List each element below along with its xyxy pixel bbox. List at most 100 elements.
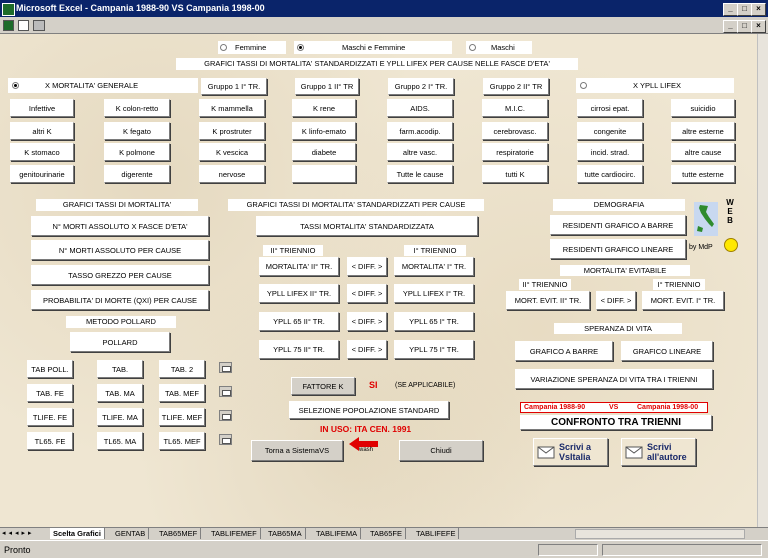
horizontal-scrollbar[interactable] [575, 529, 745, 539]
probabilita-morte-button[interactable]: PROBABILITA' DI MORTE (QXI) PER CAUSE [31, 290, 209, 310]
table-button[interactable]: TL65. MEF [159, 432, 205, 450]
diff-button[interactable]: < DIFF. > [347, 284, 387, 303]
morti-cause-button[interactable]: N° MORTI ASSOLUTO PER CAUSE [31, 240, 209, 260]
trend-button[interactable]: YPLL 75 II° TR. [259, 340, 339, 359]
scrivi-vsitalia-button[interactable]: Scrivi a VsItalia [533, 438, 608, 466]
trend-button[interactable]: YPLL 65 II° TR. [259, 312, 339, 331]
sheet-tab[interactable]: TAB65MA [265, 528, 306, 539]
cause-button[interactable]: cerebrovasc. [482, 122, 548, 140]
doc-restore-button[interactable]: □ [737, 20, 752, 33]
radio-femmine[interactable]: Femmine [218, 41, 286, 54]
sheet-tab[interactable]: GENTAB [112, 528, 150, 539]
speranza-barre-button[interactable]: GRAFICO A BARRE [515, 341, 613, 361]
trend-button[interactable]: YPLL LIFEX I° TR. [394, 284, 474, 303]
cause-button[interactable]: K linfo-emato [292, 122, 356, 140]
residenti-lineare-button[interactable]: RESIDENTI GRAFICO LINEARE [550, 239, 686, 259]
cause-button[interactable]: diabete [292, 143, 356, 161]
table-button[interactable]: TLIFE. MA [97, 408, 143, 426]
cause-button[interactable]: K rene [292, 99, 356, 117]
table-button[interactable]: TAB POLL. [27, 360, 73, 378]
smiley-icon[interactable] [724, 238, 738, 252]
chiudi-button[interactable]: Chiudi [399, 440, 483, 461]
cause-button[interactable]: altre esterne [671, 122, 735, 140]
cause-button[interactable]: M.I.C. [482, 99, 548, 117]
scrivi-autore-button[interactable]: Scrivi all'autore [621, 438, 696, 466]
fattore-k-button[interactable]: FATTORE K [291, 377, 355, 395]
trend-button[interactable]: YPLL 65 I° TR. [394, 312, 474, 331]
trend-button[interactable]: MORTALITA' I° TR. [394, 257, 474, 276]
table-button[interactable]: TL65. MA [97, 432, 143, 450]
gruppo1-ii-button[interactable]: Gruppo 1 II° TR [295, 78, 359, 95]
diff-button[interactable]: < DIFF. > [347, 340, 387, 359]
sheet-tab[interactable]: Scelta Grafici [50, 528, 105, 539]
diff-button[interactable]: < DIFF. > [347, 312, 387, 331]
cause-button[interactable]: Tutte le cause [387, 165, 453, 183]
cause-button[interactable]: incid. strad. [577, 143, 643, 161]
radio-maschi-femmine-dot[interactable] [297, 44, 304, 51]
tab-nav-arrows[interactable]: ◂◂◂▸▸ [2, 529, 46, 539]
radio-maschi[interactable]: Maschi [466, 41, 532, 54]
cause-button[interactable]: tutte esterne [671, 165, 735, 183]
cause-button[interactable]: digerente [104, 165, 170, 183]
print-icon[interactable] [219, 434, 232, 445]
confronto-trienni-button[interactable]: CONFRONTO TRA TRIENNI [520, 415, 712, 430]
cause-button[interactable]: K mammella [199, 99, 265, 117]
table-button[interactable]: TLIFE. FE [27, 408, 73, 426]
cause-button[interactable]: K prostruter [199, 122, 265, 140]
gruppo2-ii-button[interactable]: Gruppo 2 II° TR [483, 78, 549, 95]
printer-icon[interactable] [33, 20, 45, 31]
torna-sistemavs-button[interactable]: Torna a SistemaVS [251, 440, 343, 461]
sheet-tab[interactable]: TABLIFEFE [413, 528, 460, 539]
preview-icon[interactable] [18, 20, 29, 31]
maximize-button[interactable]: □ [737, 3, 752, 16]
cause-button[interactable]: altre cause [671, 143, 735, 161]
cause-button[interactable]: tutte cardiocirc. [577, 165, 643, 183]
gruppo1-i-button[interactable]: Gruppo 1 I° TR. [201, 78, 267, 95]
cause-button[interactable]: AIDS. [387, 99, 453, 117]
sheet-tab[interactable]: TAB65MEF [156, 528, 202, 539]
cause-button[interactable]: K polmone [104, 143, 170, 161]
cause-button[interactable]: K fegato [104, 122, 170, 140]
mort-evit-ii-button[interactable]: MORT. EVIT. II° TR. [506, 291, 590, 310]
tassi-standardizzata-button[interactable]: TASSI MORTALITA' STANDARDIZZATA [256, 216, 478, 236]
residenti-abarre-button[interactable]: RESIDENTI GRAFICO A BARRE [550, 215, 686, 235]
pollard-button[interactable]: POLLARD [70, 332, 170, 352]
variazione-speranza-button[interactable]: VARIAZIONE SPERANZA DI VITA TRA I TRIENN… [515, 369, 713, 389]
cause-button[interactable]: altri K [10, 122, 74, 140]
trend-button[interactable]: YPLL LIFEX II° TR. [259, 284, 339, 303]
cause-button[interactable]: Infettive [10, 99, 74, 117]
table-button[interactable]: TAB. MEF [159, 384, 205, 402]
cause-button[interactable]: K colon-retto [104, 99, 170, 117]
sheet-tab[interactable]: TABLIFEMEF [208, 528, 261, 539]
doc-close-button[interactable]: × [751, 20, 766, 33]
print-icon[interactable] [219, 362, 232, 373]
cause-button[interactable]: cirrosi epat. [577, 99, 643, 117]
radio-maschi-dot[interactable] [469, 44, 476, 51]
radio-ypll-lifex[interactable]: X YPLL LIFEX [576, 78, 734, 93]
sheet-tab[interactable]: TAB65FE [367, 528, 406, 539]
print-icon[interactable] [219, 386, 232, 397]
radio-maschi-femmine[interactable]: Maschi e Femmine [294, 41, 452, 54]
cause-button[interactable]: genitourinarie [10, 165, 74, 183]
close-button[interactable]: × [751, 3, 766, 16]
cause-button[interactable]: K vescica [199, 143, 265, 161]
diff-button[interactable]: < DIFF. > [347, 257, 387, 276]
print-icon[interactable] [219, 410, 232, 421]
sheet-tab[interactable]: TABLIFEMA [313, 528, 362, 539]
table-button[interactable]: TAB. FE [27, 384, 73, 402]
radio-ypll-dot[interactable] [580, 82, 587, 89]
selezione-popolazione-button[interactable]: SELEZIONE POPOLAZIONE STANDARD [289, 401, 449, 419]
tasso-grezzo-button[interactable]: TASSO GREZZO PER CAUSE [31, 265, 209, 285]
radio-mortalita-generale[interactable]: X MORTALITA' GENERALE [8, 78, 198, 93]
table-button[interactable]: TLIFE. MEF [159, 408, 205, 426]
cause-button[interactable]: altre vasc. [387, 143, 453, 161]
mort-evit-i-button[interactable]: MORT. EVIT. I° TR. [642, 291, 724, 310]
cause-button[interactable]: nervose [199, 165, 265, 183]
excel-doc-icon[interactable] [3, 20, 14, 31]
vertical-scrollbar[interactable] [757, 34, 768, 527]
trend-button[interactable]: YPLL 75 I° TR. [394, 340, 474, 359]
radio-mortalita-dot[interactable] [12, 82, 19, 89]
table-button[interactable]: TAB. MA [97, 384, 143, 402]
minimize-button[interactable]: _ [723, 3, 738, 16]
table-button[interactable]: TAB. 2 [159, 360, 205, 378]
